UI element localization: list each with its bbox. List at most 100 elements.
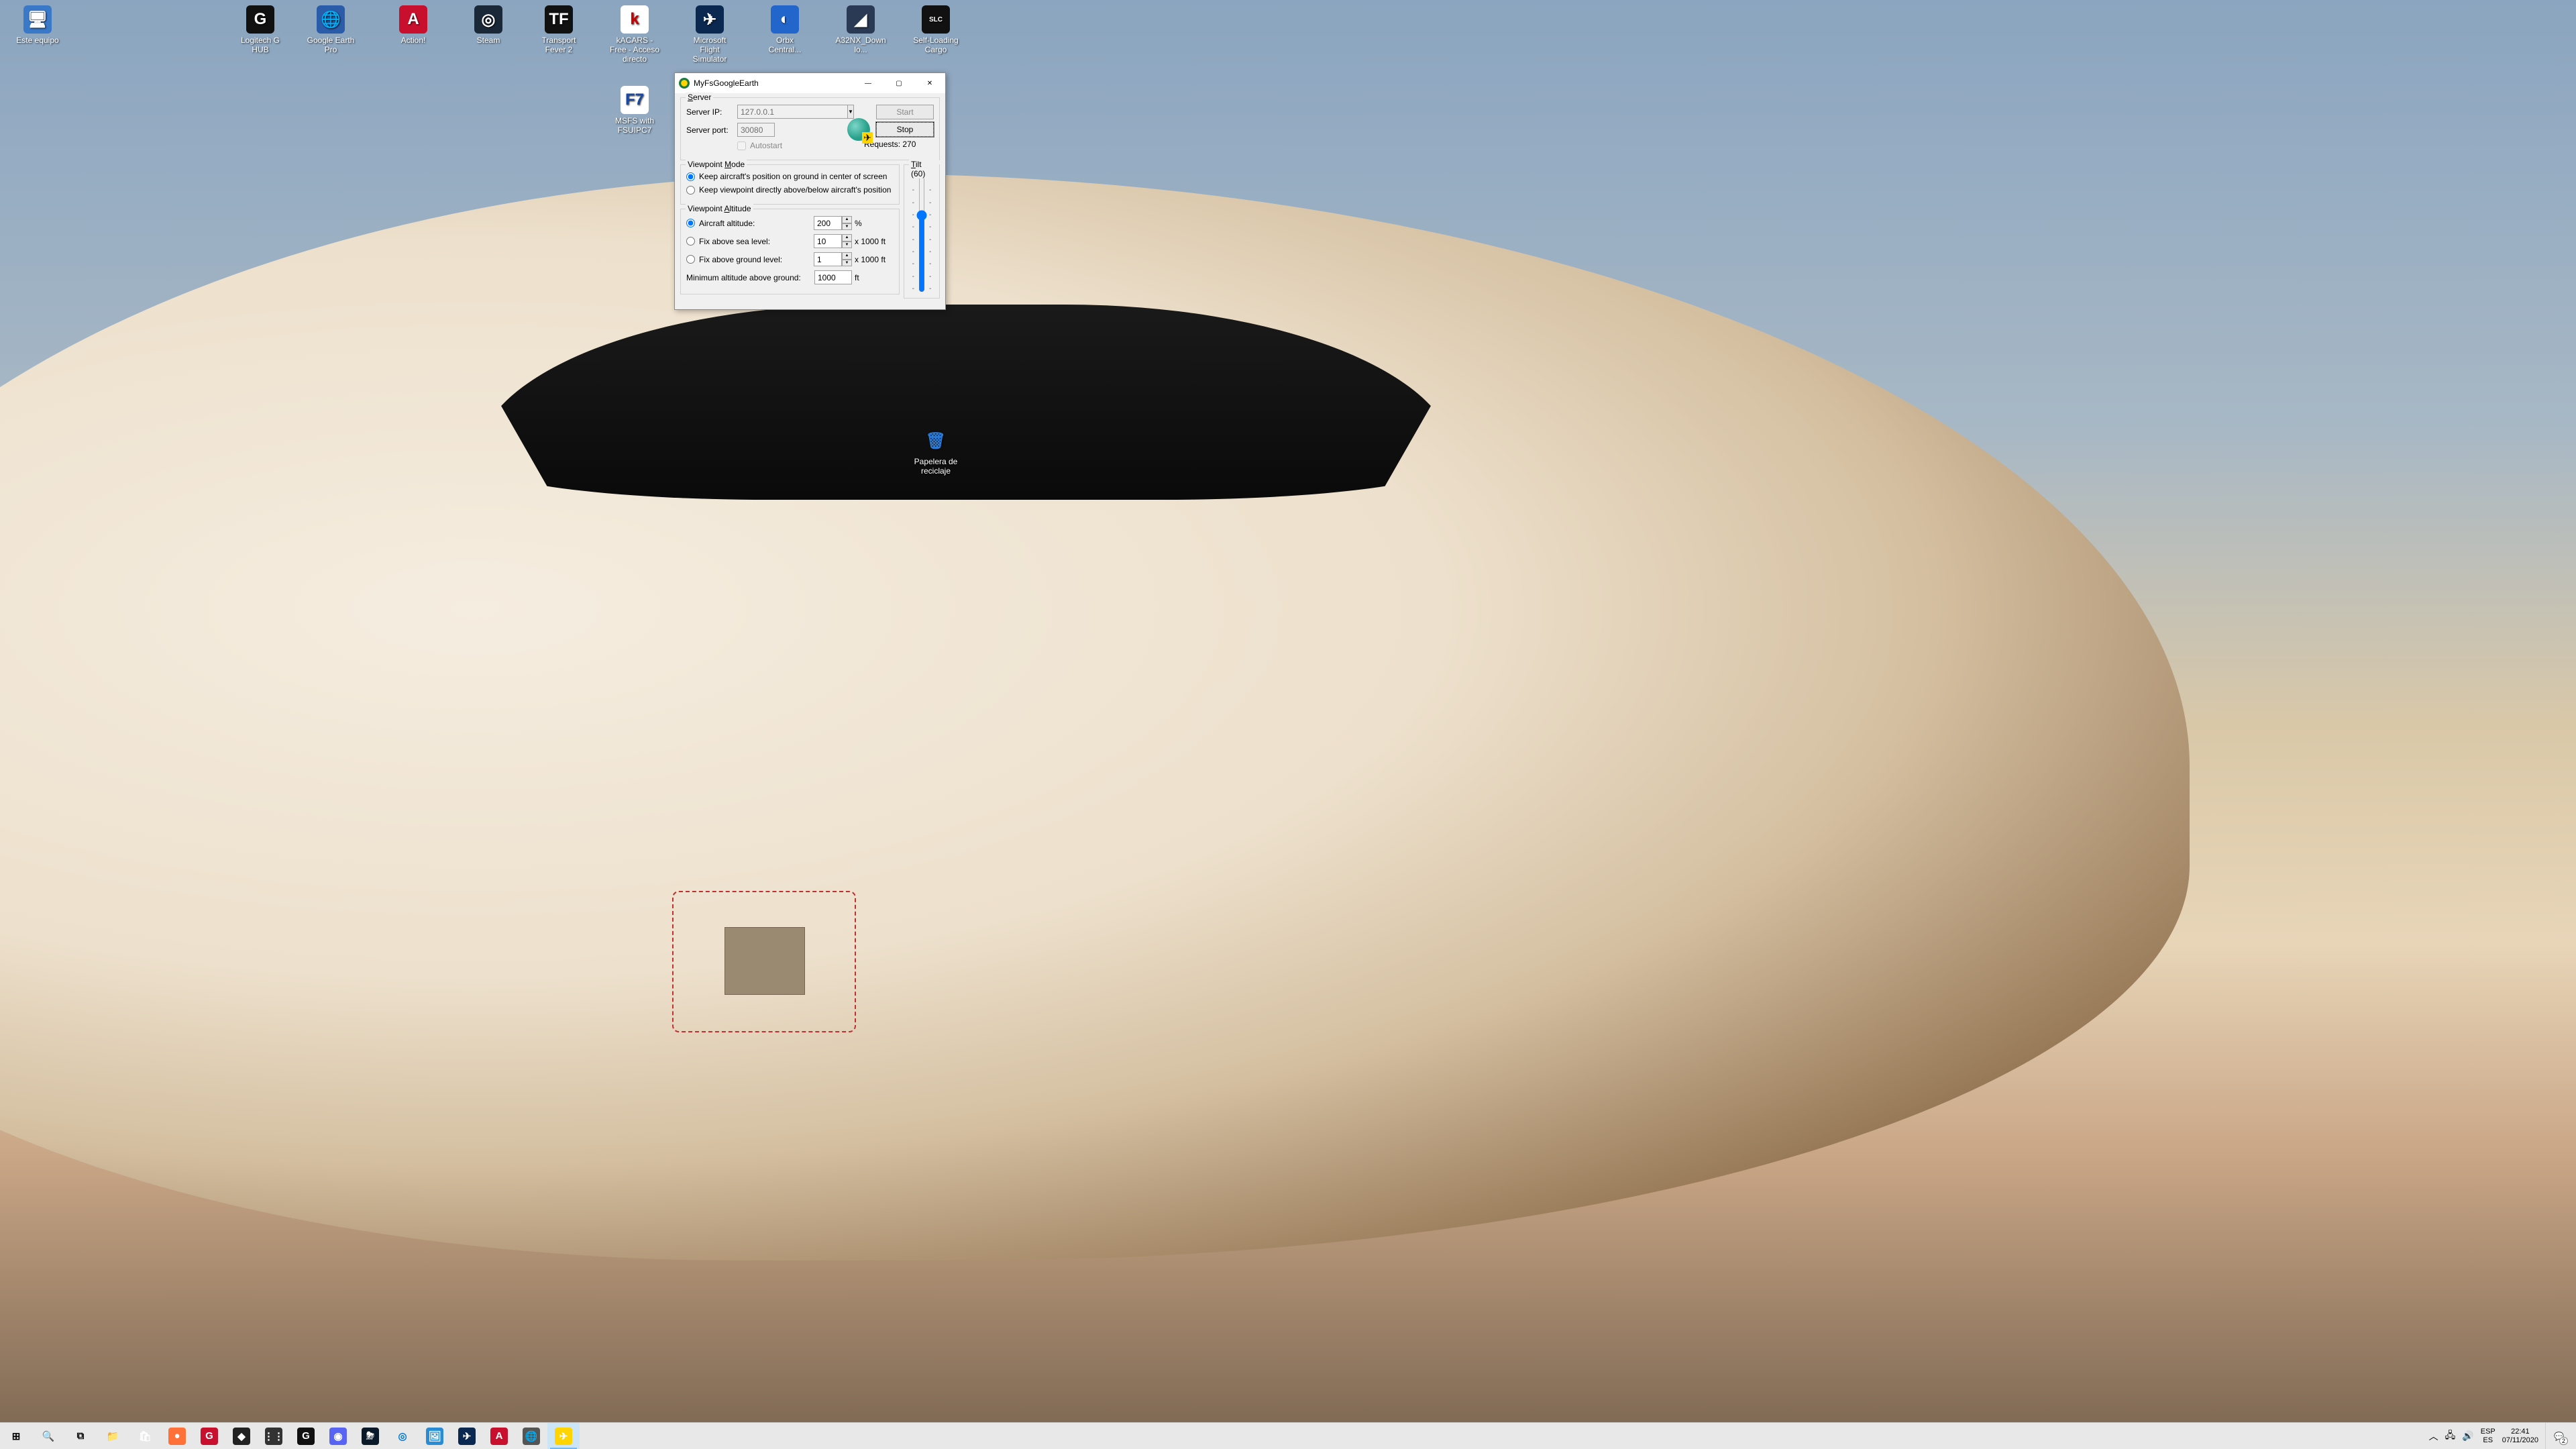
desktop-icon-label: Este equipo <box>12 36 63 46</box>
app-icon: ◎ <box>474 5 502 34</box>
start-button[interactable]: Start <box>876 105 934 119</box>
weather-icon: ⛈ <box>362 1428 379 1445</box>
altitude-sealevel-spin-up[interactable]: ▲ <box>842 234 852 241</box>
taskbar-item-explorer[interactable]: 📁 <box>97 1423 129 1449</box>
tilt-ticks-left: ---------- <box>912 174 914 292</box>
taskbar-item-discord[interactable]: ◉ <box>322 1423 354 1449</box>
myfsgoogleearth-window: MyFsGoogleEarth — ▢ ✕ Server Server IP: … <box>674 72 946 310</box>
taskbar-item-googleearth[interactable]: 🌐 <box>515 1423 547 1449</box>
taskbar-item-app-g[interactable]: G <box>193 1423 225 1449</box>
app-icon: ◢ <box>847 5 875 34</box>
taskbar-item-action[interactable]: A <box>483 1423 515 1449</box>
desktop[interactable]: 🖥 Este equipo GLogitech G HUB 🌐 Google Earth… <box>0 0 2576 1422</box>
tilt-groupbox: Tilt (60) ---------- ---------- <box>904 164 940 299</box>
taskbar-item-photos[interactable]: 🖼 <box>419 1423 451 1449</box>
taskbar-item-msfs[interactable]: ✈ <box>451 1423 483 1449</box>
desktop-icon-a32nx-downlo[interactable]: ◢A32NX_Downlo... <box>835 5 886 55</box>
taskbar-item-start[interactable]: ⊞ <box>0 1423 32 1449</box>
tilt-slider[interactable] <box>916 174 928 292</box>
desktop-icon-action[interactable]: AAction! <box>388 5 439 46</box>
tray-notifications[interactable]: 💬 2 <box>2545 1423 2572 1449</box>
desktop-icon-label: MSFS with FSUIPC7 <box>609 117 660 136</box>
server-ip-input[interactable] <box>737 105 847 119</box>
desktop-icon-este-equipo[interactable]: 🖥 Este equipo <box>12 5 63 46</box>
taskbar-item-edge[interactable]: ◎ <box>386 1423 419 1449</box>
tilt-ticks-right: ---------- <box>929 174 931 292</box>
app-icon: 🌐 <box>317 5 345 34</box>
close-button[interactable]: ✕ <box>914 73 945 93</box>
maximize-button[interactable]: ▢ <box>883 73 914 93</box>
taskbar-item-logitech[interactable]: G <box>290 1423 322 1449</box>
desktop-icon-transport-fever-2[interactable]: TFTransport Fever 2 <box>533 5 584 55</box>
tray-volume-icon[interactable]: 🔊 <box>2462 1430 2473 1442</box>
desktop-icon-microsoft-flight-simulator[interactable]: ✈Microsoft Flight Simulator <box>684 5 735 64</box>
myfsge-icon: ✈ <box>555 1428 572 1445</box>
window-title: MyFsGoogleEarth <box>694 78 853 88</box>
desktop-icon-msfs-with-fsuipc7[interactable]: F7 MSFS with FSUIPC7 <box>609 86 660 136</box>
taskbar-item-app-grid[interactable]: ⋮⋮ <box>258 1423 290 1449</box>
altitude-groundlevel-input[interactable] <box>814 252 842 266</box>
titlebar[interactable]: MyFsGoogleEarth — ▢ ✕ <box>675 73 945 93</box>
logitech-icon: G <box>297 1428 315 1445</box>
desktop-icon-self-loading-cargo[interactable]: SLCSelf-Loading Cargo <box>910 5 961 55</box>
altitude-aircraft-input[interactable] <box>814 216 842 230</box>
explorer-icon: 📁 <box>104 1428 121 1445</box>
server-port-label: Server port: <box>686 125 733 135</box>
taskbar-item-search[interactable]: 🔍 <box>32 1423 64 1449</box>
desktop-icon-orbx-central[interactable]: ◐Orbx Central... <box>759 5 810 55</box>
msfs-icon: ✈ <box>458 1428 476 1445</box>
altitude-sealevel-spin-down[interactable]: ▼ <box>842 241 852 249</box>
globe-icon <box>847 118 870 141</box>
desktop-icon-kacars-free-acceso-directo[interactable]: kkACARS - Free - Acceso directo <box>609 5 660 64</box>
minimize-button[interactable]: — <box>853 73 883 93</box>
desktop-icon-logitech-g-hub[interactable]: GLogitech G HUB <box>235 5 286 55</box>
altitude-min-input[interactable] <box>814 270 852 284</box>
altitude-sealevel-radio[interactable] <box>686 237 695 246</box>
app-icon: F7 <box>621 86 649 114</box>
taskbar-item-myfsge[interactable]: ✈ <box>547 1423 580 1449</box>
server-ip-label: Server IP: <box>686 107 733 117</box>
viewpoint-mode-above-radio[interactable] <box>686 186 695 195</box>
tilt-legend: Tilt (60) <box>909 160 939 178</box>
server-port-input[interactable] <box>737 123 775 137</box>
viewpoint-altitude-groupbox: Viewpoint Altitude Aircraft altitude: ▲ … <box>680 209 900 294</box>
altitude-aircraft-label: Aircraft altitude: <box>699 219 810 228</box>
altitude-sealevel-input[interactable] <box>814 234 842 248</box>
taskview-icon: ⧉ <box>72 1428 89 1445</box>
altitude-aircraft-unit: % <box>855 219 894 228</box>
viewpoint-mode-center-label: Keep aircraft's position on ground in ce… <box>699 172 887 181</box>
desktop-icon-label: Microsoft Flight Simulator <box>684 36 735 64</box>
viewpoint-mode-groupbox: Viewpoint Mode Keep aircraft's position … <box>680 164 900 205</box>
stop-button[interactable]: Stop <box>876 122 934 137</box>
taskbar-item-weather[interactable]: ⛈ <box>354 1423 386 1449</box>
server-groupbox: Server Server IP: ▼ Server port: <box>680 97 940 160</box>
taskbar-item-app-rgb[interactable]: ◆ <box>225 1423 258 1449</box>
desktop-icon-google-earth-pro[interactable]: 🌐 Google Earth Pro <box>305 5 356 55</box>
altitude-groundlevel-spin-up[interactable]: ▲ <box>842 252 852 260</box>
viewpoint-mode-center-radio[interactable] <box>686 172 695 181</box>
app-icon: TF <box>545 5 573 34</box>
taskbar-item-taskview[interactable]: ⧉ <box>64 1423 97 1449</box>
taskbar-item-firefox[interactable]: ● <box>161 1423 193 1449</box>
taskbar-item-store[interactable]: 🛍 <box>129 1423 161 1449</box>
altitude-aircraft-radio[interactable] <box>686 219 695 227</box>
desktop-icon-papelera-de-reciclaje[interactable]: 🗑Papelera de reciclaje <box>910 427 961 476</box>
tray-clock[interactable]: 22:41 07/11/2020 <box>2502 1428 2538 1444</box>
desktop-icon-steam[interactable]: ◎Steam <box>463 5 514 46</box>
app-grid-icon: ⋮⋮ <box>265 1428 282 1445</box>
app-g-icon: G <box>201 1428 218 1445</box>
altitude-groundlevel-radio[interactable] <box>686 255 695 264</box>
system-tray: ︿ 🖧 🔊 ESP ES 22:41 07/11/2020 💬 2 <box>2425 1423 2576 1449</box>
start-icon: ⊞ <box>7 1428 25 1445</box>
desktop-icon-label: Google Earth Pro <box>305 36 356 55</box>
tray-language[interactable]: ESP ES <box>2481 1428 2496 1444</box>
altitude-groundlevel-spin-down[interactable]: ▼ <box>842 260 852 267</box>
app-icon: 🖥 <box>23 5 52 34</box>
app-icon: ✈ <box>696 5 724 34</box>
app-rgb-icon: ◆ <box>233 1428 250 1445</box>
altitude-aircraft-spin-down[interactable]: ▼ <box>842 223 852 231</box>
tray-network-icon[interactable]: 🖧 <box>2445 1428 2456 1444</box>
tray-chevron-up-icon[interactable]: ︿ <box>2429 1430 2438 1443</box>
autostart-checkbox[interactable] <box>737 142 746 150</box>
altitude-aircraft-spin-up[interactable]: ▲ <box>842 216 852 223</box>
